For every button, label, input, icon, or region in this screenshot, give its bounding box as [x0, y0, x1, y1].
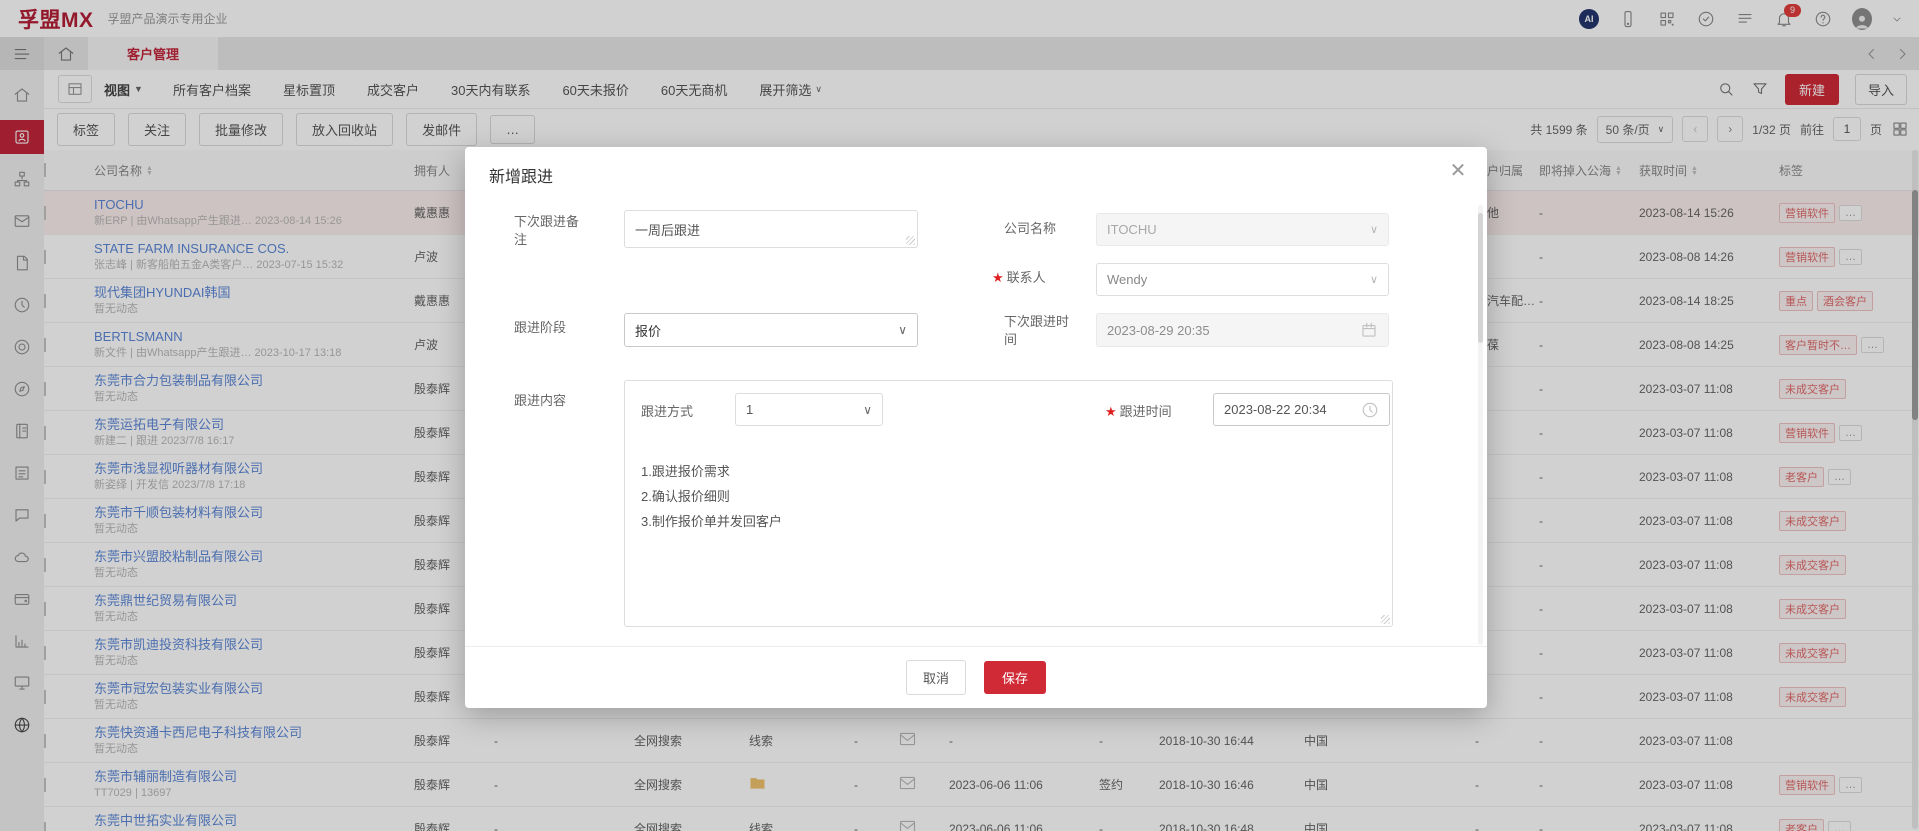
- dialog-footer: 取消 保存: [465, 646, 1487, 708]
- required-star: ★: [992, 270, 1004, 285]
- required-star: ★: [1105, 404, 1117, 419]
- stage-select[interactable]: 报价∨: [624, 313, 918, 347]
- method-label: 跟进方式: [641, 401, 693, 420]
- close-icon[interactable]: ✕: [1445, 157, 1471, 183]
- method-select[interactable]: 1∨: [735, 393, 883, 426]
- time-input[interactable]: 2023-08-22 20:34: [1213, 393, 1390, 426]
- followup-content-group: 跟进方式 1∨ ★跟进时间 2023-08-22 20:34 1.跟进报价需求 …: [624, 380, 1393, 627]
- contact-label: ★联系人: [992, 269, 1046, 287]
- stage-label: 跟进阶段: [514, 319, 566, 337]
- time-label: ★跟进时间: [1105, 401, 1172, 420]
- next-time-label: 下次跟进时间: [1004, 313, 1074, 349]
- company-label: 公司名称: [1004, 220, 1056, 238]
- followup-content-textarea[interactable]: 1.跟进报价需求 2.确认报价细则 3.制作报价单并发回客户: [641, 459, 1376, 534]
- contact-select[interactable]: Wendy∨: [1096, 263, 1389, 296]
- save-button[interactable]: 保存: [984, 661, 1046, 694]
- next-note-label: 下次跟进备注: [514, 213, 586, 249]
- next-note-input[interactable]: 一周后跟进: [624, 210, 918, 248]
- resize-handle[interactable]: [1381, 615, 1390, 624]
- dialog-title: 新增跟进: [489, 163, 553, 187]
- app-window: 孚盟MX 孚盟产品演示专用企业 AI9 客户管理 视图▼ 所有客户档案星标置顶成…: [0, 0, 1919, 831]
- modal-scrollbar[interactable]: [1478, 205, 1483, 645]
- add-followup-dialog: 新增跟进 ✕ 下次跟进备注 一周后跟进 公司名称 ITOCHU∨ ★联系人 We…: [465, 147, 1487, 708]
- next-time-input[interactable]: 2023-08-29 20:35: [1096, 313, 1389, 347]
- company-select[interactable]: ITOCHU∨: [1096, 213, 1389, 246]
- cancel-button[interactable]: 取消: [906, 660, 966, 695]
- content-label: 跟进内容: [514, 392, 566, 410]
